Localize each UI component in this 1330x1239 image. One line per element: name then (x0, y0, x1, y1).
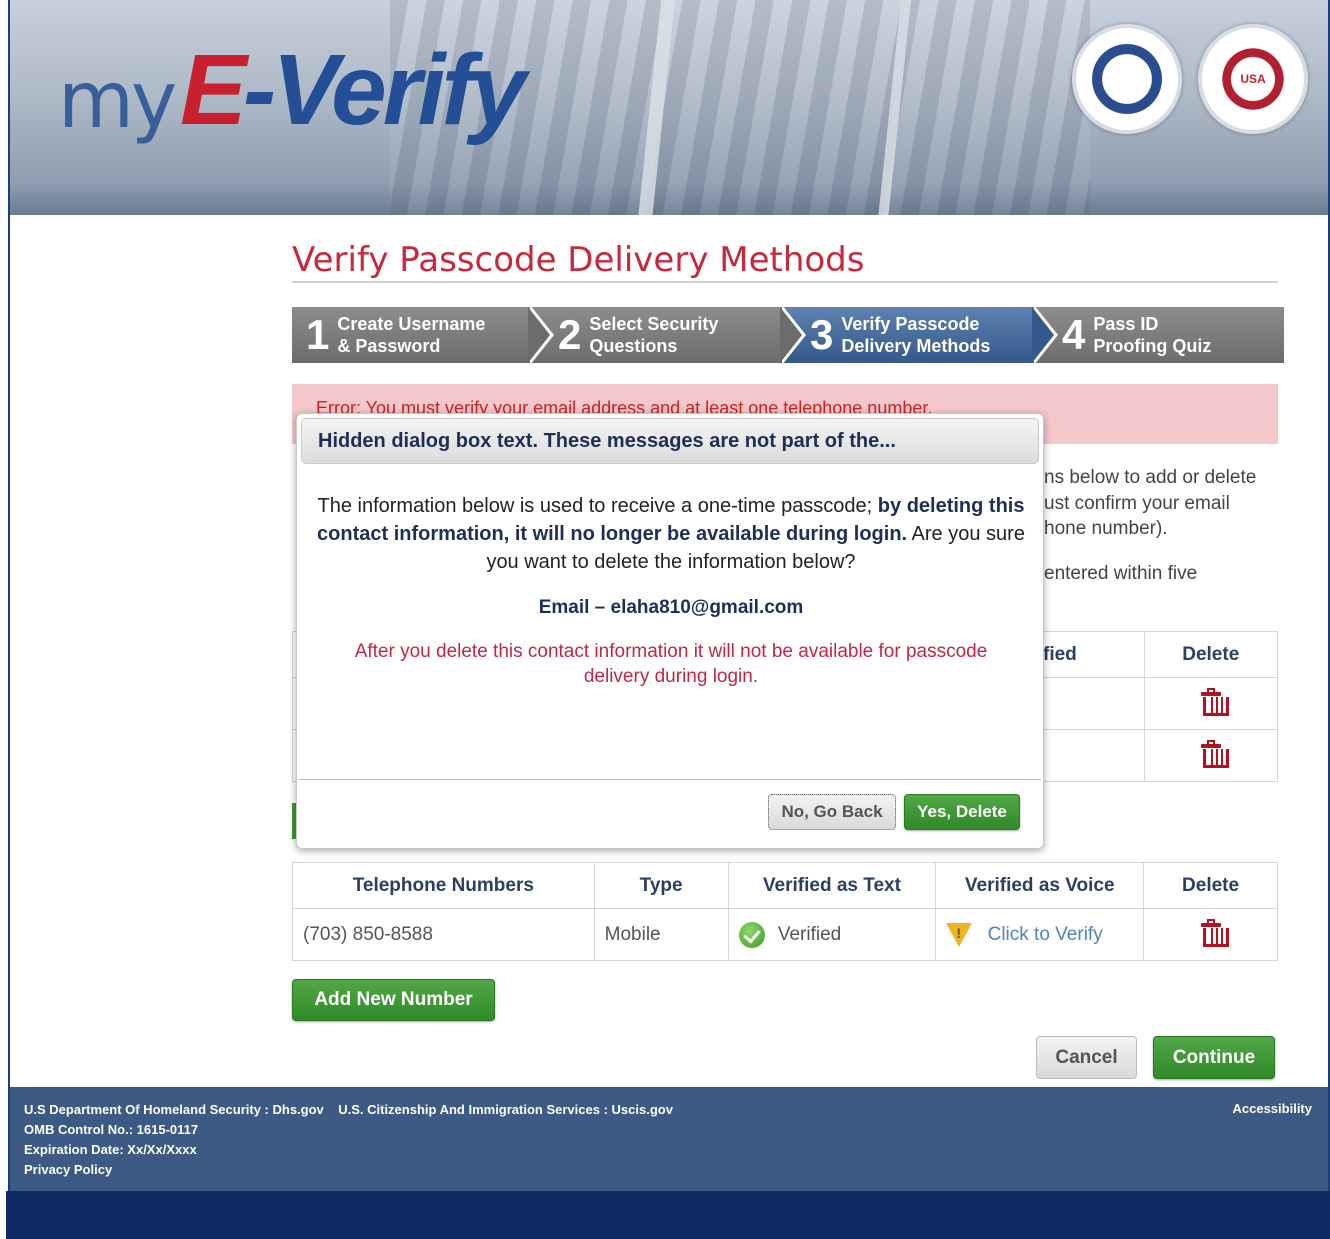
cancel-button[interactable]: Cancel (1036, 1036, 1137, 1079)
step-3-active: 3 Verify Passcode Delivery Methods (780, 305, 1058, 365)
step-label-line2: Questions (589, 336, 678, 356)
phone-table: Telephone Numbers Type Verified as Text … (292, 862, 1278, 961)
footer-agency-links[interactable]: U.S Department Of Homeland Security : Dh… (24, 1100, 673, 1120)
add-new-number-button[interactable]: Add New Number (292, 979, 495, 1021)
dialog-body: The information below is used to receive… (317, 492, 1025, 576)
table-row: (703) 850-8588 Mobile Verified ! Click t… (292, 908, 1278, 961)
column-header: Delete (1143, 862, 1278, 909)
column-header: fied (1043, 643, 1077, 665)
yes-delete-button[interactable]: Yes, Delete (904, 794, 1020, 830)
instructions-line: hone number). (1044, 518, 1168, 539)
instructions-line: ust confirm your email (1044, 493, 1230, 514)
step-number: 4 (1062, 311, 1086, 358)
ssa-seal-icon: USA (1198, 24, 1308, 134)
site-footer: U.S Department Of Homeland Security : Dh… (10, 1087, 1328, 1191)
voice-status-cell: ! Click to Verify (935, 908, 1145, 961)
progress-steps: 1 Create Username & Password 2 Select Sec… (292, 305, 1284, 365)
no-go-back-button[interactable]: No, Go Back (768, 794, 896, 830)
step-label-line2: Proofing Quiz (1093, 336, 1212, 356)
dialog-email: Email – elaha810@gmail.com (538, 597, 804, 618)
step-label-line1: Create Username (337, 314, 486, 334)
phone-delete-cell (1143, 908, 1278, 961)
phone-type-cell: Mobile (593, 908, 729, 961)
site-header: my E -Verify USA (10, 0, 1328, 215)
delete-confirm-dialog: Hidden dialog box text. These messages a… (296, 413, 1044, 849)
continue-button[interactable]: Continue (1153, 1036, 1275, 1079)
column-header: Telephone Numbers (292, 862, 595, 909)
step-label-line1: Pass ID (1093, 314, 1159, 334)
instructions-line: ns below to add or delete (1044, 467, 1257, 488)
dialog-header: Hidden dialog box text. These messages a… (301, 418, 1039, 464)
dialog-body-text: The information below is used to receive… (317, 495, 878, 517)
warning-icon: ! (946, 922, 973, 947)
step-number: 1 (306, 311, 330, 358)
step-label-line2: & Password (337, 336, 441, 356)
email-col-delete: Delete (1143, 631, 1279, 678)
click-to-verify-link[interactable]: Click to Verify (988, 924, 1103, 945)
instructions-line: entered within five (1044, 563, 1198, 584)
step-label: Verify Passcode Delivery Methods (841, 313, 990, 357)
dialog-title: Hidden dialog box text. These messages a… (318, 429, 896, 452)
phone-number-cell: (703) 850-8588 (292, 908, 595, 961)
myeverify-logo: my E -Verify (58, 34, 527, 146)
step-label-line2: Delivery Methods (841, 336, 991, 356)
dhs-seal-icon (1072, 24, 1182, 134)
email-delete-cell (1143, 729, 1279, 782)
bottom-bar (6, 1191, 1330, 1239)
footer-expiration: Expiration Date: Xx/Xx/Xxxx (24, 1142, 197, 1157)
step-number: 2 (558, 311, 582, 358)
column-header: Type (593, 862, 729, 909)
footer-omb-control: OMB Control No.: 1615-0117 (24, 1122, 199, 1137)
logo-verify-text: -Verify (242, 34, 527, 146)
column-header: Verified as Voice (935, 862, 1145, 909)
column-header: Delete (1182, 643, 1240, 665)
privacy-policy-link[interactable]: Privacy Policy (24, 1160, 112, 1180)
logo-my-text: my (58, 56, 177, 146)
dialog-divider (299, 779, 1041, 780)
title-divider (292, 281, 1278, 283)
step-label-line1: Verify Passcode (841, 314, 980, 334)
text-status-cell: Verified (727, 908, 937, 961)
column-header: Verified as Text (727, 862, 937, 909)
page-title: Verify Passcode Delivery Methods (292, 240, 865, 280)
dialog-warning: After you delete this contact informatio… (354, 641, 988, 687)
trash-icon[interactable] (1200, 687, 1229, 716)
email-delete-cell (1143, 677, 1279, 730)
step-1: 1 Create Username & Password (292, 305, 554, 365)
verified-text-status: Verified (777, 923, 842, 945)
accessibility-link[interactable]: Accessibility (1233, 1101, 1313, 1116)
step-2: 2 Select Security Questions (528, 305, 806, 365)
logo-e-text: E (180, 34, 247, 146)
check-icon (738, 921, 765, 948)
step-4: 4 Pass ID Proofing Quiz (1032, 307, 1284, 363)
step-number: 3 (810, 311, 834, 358)
trash-icon[interactable] (1200, 918, 1229, 947)
step-label: Pass ID Proofing Quiz (1093, 313, 1211, 357)
step-label-line1: Select Security (589, 314, 719, 334)
step-label: Create Username & Password (337, 313, 485, 357)
ssa-seal-text: USA (1240, 72, 1266, 86)
step-label: Select Security Questions (589, 313, 718, 357)
trash-icon[interactable] (1200, 739, 1229, 768)
